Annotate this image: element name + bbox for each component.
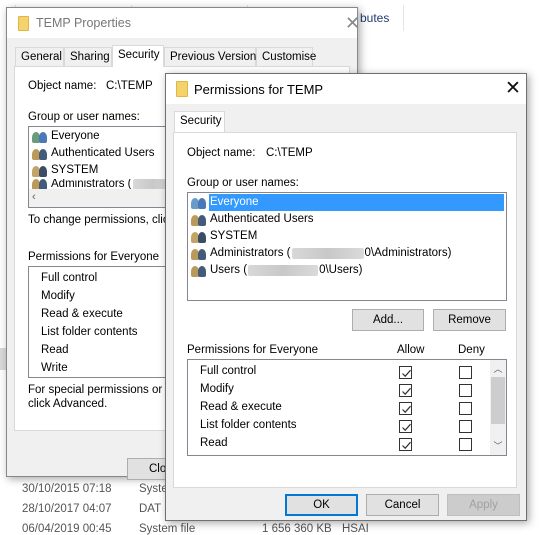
permission-row: Write [41, 362, 68, 374]
permission-row: Modify [41, 290, 75, 302]
permission-row: Read & execute [200, 401, 282, 413]
apply-button[interactable]: Apply [447, 494, 520, 516]
change-permissions-hint: To change permissions, click [28, 214, 175, 226]
list-item-users[interactable]: Users (0\Users) [190, 262, 364, 279]
folder-icon [176, 81, 188, 97]
users-icon [190, 196, 208, 210]
horizontal-scrollbar[interactable]: ‹ [29, 189, 187, 207]
group-label: Group or user names: [28, 111, 140, 123]
permissions-title: Permissions for TEMP [194, 82, 324, 97]
user-list[interactable]: Everyone Authenticated Users SYSTEM Admi… [28, 126, 188, 208]
permission-row: Read & execute [41, 308, 123, 320]
deny-column-header: Deny [458, 344, 485, 356]
users-icon [190, 247, 208, 261]
file-type: DAT [139, 503, 162, 515]
permission-row: List folder contents [41, 326, 138, 338]
deny-checkbox[interactable] [459, 384, 472, 397]
deny-checkbox[interactable] [459, 438, 472, 451]
users-icon [31, 147, 49, 161]
allow-checkbox[interactable] [399, 402, 412, 415]
properties-title: TEMP Properties [36, 16, 131, 30]
list-item[interactable]: Everyone [31, 128, 101, 145]
security-panel: Object name: C:\TEMP Group or user names… [173, 132, 517, 488]
scroll-left-icon[interactable]: ‹ [32, 191, 36, 203]
file-date: 28/10/2017 04:07 [22, 503, 112, 515]
list-item-everyone[interactable]: Everyone [190, 194, 504, 211]
scroll-up-icon[interactable]: ︿ [490, 362, 506, 375]
permission-row: Full control [41, 272, 98, 284]
scrollbar-thumb[interactable] [491, 377, 505, 424]
users-icon [31, 130, 49, 144]
file-date: 30/10/2015 07:18 [22, 483, 112, 495]
list-item[interactable]: SYSTEM [31, 162, 99, 179]
allow-checkbox[interactable] [399, 438, 412, 451]
remove-button[interactable]: Remove [433, 309, 506, 331]
redacted-text [248, 265, 319, 276]
tab-customise[interactable]: Customise [256, 47, 316, 67]
permissions-label: Permissions for Everyone [187, 344, 319, 356]
permissions-list: ︿ ﹀ Full control Modify Read & execute List… [187, 359, 507, 456]
permission-row: Read [200, 437, 228, 449]
special-permissions-hint-2: click Advanced. [28, 398, 108, 410]
list-item-authenticated-users[interactable]: Authenticated Users [190, 211, 315, 228]
permissions-label: Permissions for Everyone [28, 251, 160, 263]
users-icon [190, 230, 208, 244]
permission-row: Read [41, 344, 69, 356]
scroll-down-icon[interactable]: ﹀ [490, 439, 506, 452]
users-icon [190, 213, 208, 227]
file-type: Syste [139, 483, 168, 495]
add-button[interactable]: Add... [352, 309, 424, 331]
permissions-list: Full control Modify Read & execute List … [28, 266, 188, 378]
column-divider [403, 5, 404, 31]
list-item[interactable]: Authenticated Users [31, 145, 156, 162]
permissions-dialog: Permissions for TEMP ✕ Security Object n… [165, 73, 527, 521]
allow-column-header: Allow [397, 344, 425, 356]
close-icon[interactable]: ✕ [505, 79, 521, 98]
close-icon[interactable]: ✕ [345, 14, 360, 32]
tab-security[interactable]: Security [112, 45, 164, 67]
allow-checkbox[interactable] [399, 384, 412, 397]
tab-security[interactable]: Security [174, 111, 225, 133]
deny-checkbox[interactable] [459, 420, 472, 433]
tab-previous-versions[interactable]: Previous Versions [164, 47, 262, 67]
group-label: Group or user names: [187, 177, 299, 189]
folder-icon [18, 16, 29, 31]
object-name-label: Object name: [28, 80, 97, 92]
cancel-button[interactable]: Cancel [366, 494, 439, 516]
special-permissions-hint: For special permissions or adv [28, 384, 184, 396]
properties-titlebar[interactable]: TEMP Properties ✕ [7, 8, 360, 38]
users-icon [31, 179, 49, 189]
object-name-value: C:\TEMP [266, 147, 313, 159]
tab-general[interactable]: General [15, 47, 64, 67]
file-size: 1 656 360 KB [262, 523, 332, 535]
list-item[interactable]: Administrators ( [31, 179, 173, 189]
object-name-label: Object name: [187, 147, 256, 159]
vertical-scrollbar[interactable]: ︿ ﹀ [490, 360, 506, 455]
file-type: System file [139, 523, 196, 535]
permission-row: Full control [200, 365, 257, 377]
deny-checkbox[interactable] [459, 366, 472, 379]
attributes-column-header[interactable]: butes [360, 11, 389, 25]
users-icon [31, 164, 49, 178]
deny-checkbox[interactable] [459, 402, 472, 415]
object-name-value: C:\TEMP [106, 80, 153, 92]
allow-checkbox[interactable] [399, 420, 412, 433]
tab-sharing[interactable]: Sharing [64, 47, 112, 67]
file-date: 06/04/2019 00:45 [22, 523, 112, 535]
ok-button[interactable]: OK [285, 494, 358, 516]
permissions-titlebar[interactable]: Permissions for TEMP ✕ [166, 74, 526, 104]
list-item-administrators[interactable]: Administrators (0\Administrators) [190, 245, 452, 262]
allow-checkbox[interactable] [399, 366, 412, 379]
redacted-text [291, 248, 364, 259]
list-item-system[interactable]: SYSTEM [190, 228, 258, 245]
user-list[interactable]: Everyone Authenticated Users SYSTEM Admi… [187, 192, 507, 301]
users-icon [190, 264, 208, 278]
permission-row: Modify [200, 383, 234, 395]
file-attributes: HSAI [342, 523, 369, 535]
permission-row: List folder contents [200, 419, 297, 431]
